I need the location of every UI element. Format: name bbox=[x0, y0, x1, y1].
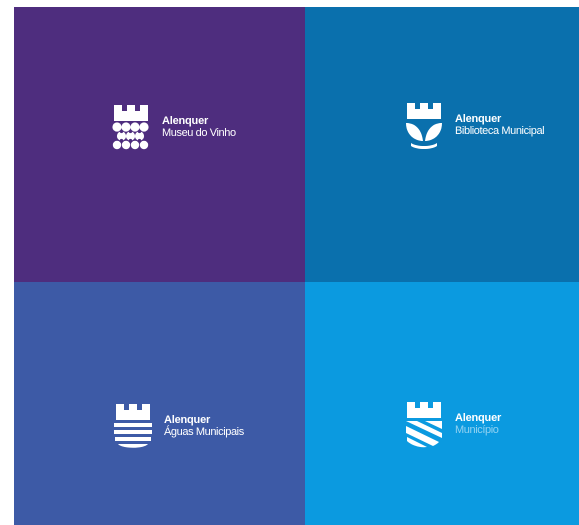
tile-aguas-municipais: Alenquer Águas Municipais bbox=[14, 282, 305, 525]
wordmark: Alenquer Biblioteca Municipal bbox=[455, 114, 545, 137]
castle-grapes-icon bbox=[108, 103, 154, 153]
unit-name: Águas Municipais bbox=[164, 426, 244, 438]
wordmark: Alenquer Museu do Vinho bbox=[162, 116, 236, 139]
tile-municipio: Alenquer Município bbox=[305, 282, 579, 525]
logo-municipio: Alenquer Município bbox=[401, 400, 501, 450]
tile-biblioteca-municipal: Alenquer Biblioteca Municipal bbox=[305, 7, 579, 282]
unit-name: Biblioteca Municipal bbox=[455, 125, 545, 137]
unit-name: Município bbox=[455, 424, 499, 436]
castle-book-icon bbox=[401, 101, 447, 151]
brand-identity-grid: Alenquer Museu do Vinho Alenquer Bibliot… bbox=[14, 7, 579, 525]
logo-biblioteca-municipal: Alenquer Biblioteca Municipal bbox=[401, 101, 545, 151]
tile-museu-do-vinho: Alenquer Museu do Vinho bbox=[14, 7, 305, 282]
castle-waves-icon bbox=[110, 402, 156, 452]
castle-stripes-icon bbox=[401, 400, 447, 450]
logo-aguas-municipais: Alenquer Águas Municipais bbox=[110, 402, 244, 452]
logo-museu-do-vinho: Alenquer Museu do Vinho bbox=[108, 103, 236, 153]
unit-name: Museu do Vinho bbox=[162, 127, 236, 139]
wordmark: Alenquer Município bbox=[455, 413, 501, 436]
wordmark: Alenquer Águas Municipais bbox=[164, 415, 244, 438]
